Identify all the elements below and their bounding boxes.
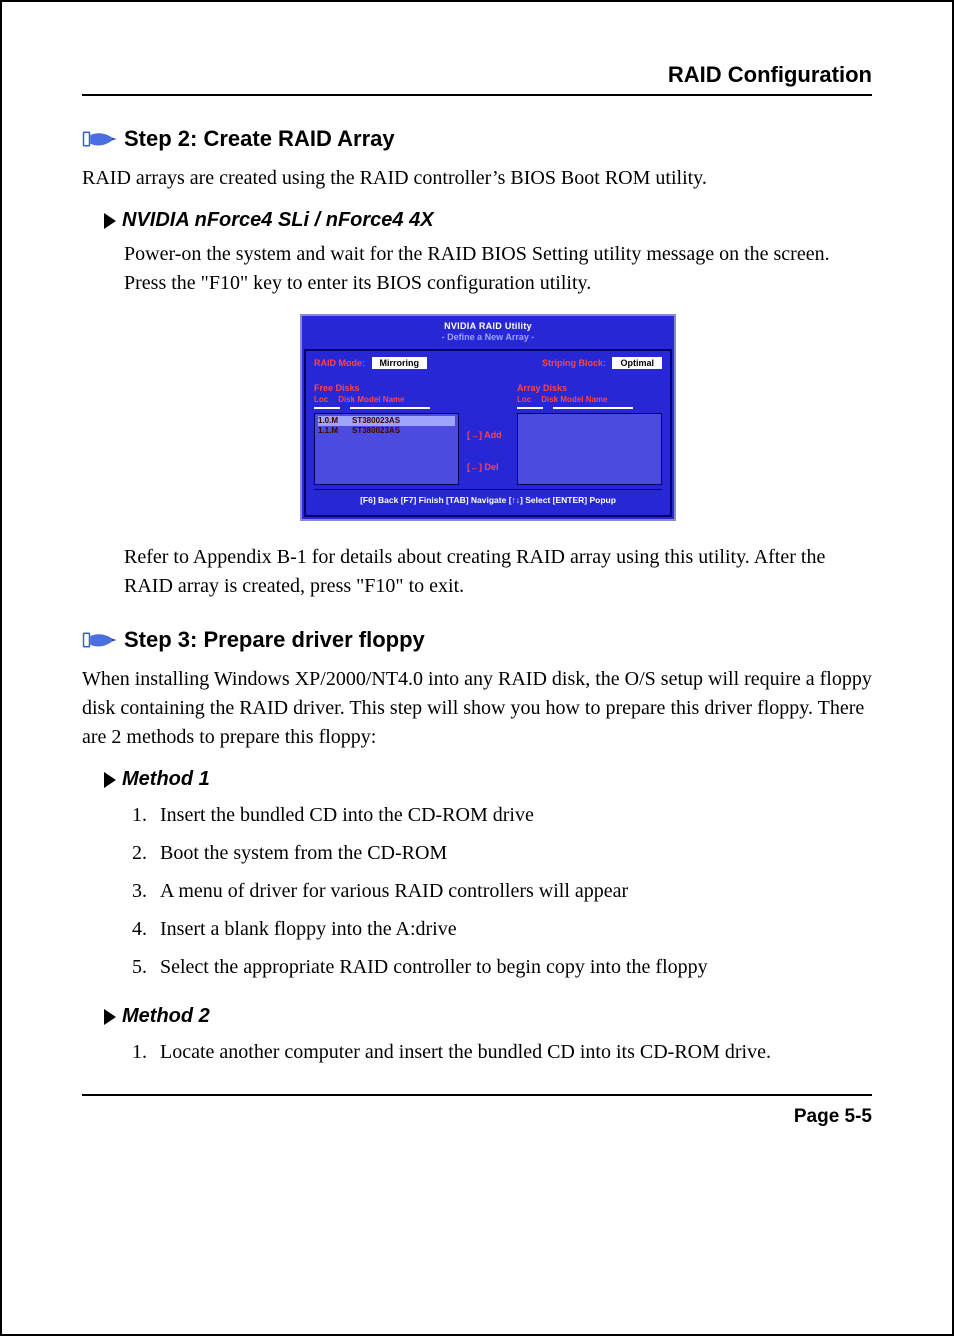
- header-rule: [82, 94, 872, 96]
- row-name: ST380023AS: [352, 416, 455, 426]
- page: RAID Configuration Step 2: Create RAID A…: [0, 0, 954, 1336]
- list-item: Locate another computer and insert the b…: [152, 1036, 872, 1068]
- step3-intro: When installing Windows XP/2000/NT4.0 in…: [82, 665, 872, 752]
- del-button-label: [←] Del: [467, 462, 499, 472]
- col-loc: Loc: [517, 395, 531, 404]
- method1-title: Method 1: [122, 768, 210, 791]
- free-disks-col: Free Disks Loc Disk Model Name: [314, 383, 459, 485]
- triangle-bullet-icon: [104, 213, 116, 229]
- col-model: Disk Model Name: [338, 395, 404, 404]
- row-loc: 1.0.M: [318, 416, 344, 426]
- raid-block-label: Striping Block:: [542, 358, 606, 368]
- underline-icon: [517, 407, 543, 409]
- list-item: Select the appropriate RAID controller t…: [152, 951, 872, 983]
- method2-block: Method 2 Locate another computer and ins…: [104, 1005, 872, 1068]
- step2-heading-line: Step 2: Create RAID Array: [82, 126, 872, 152]
- raid-columns: Free Disks Loc Disk Model Name: [314, 383, 662, 485]
- method2-head: Method 2: [104, 1005, 872, 1028]
- add-del-buttons: [→] Add [←] Del: [467, 383, 509, 485]
- raid-footer-keys: [F6] Back [F7] Finish [TAB] Navigate [↑↓…: [314, 489, 662, 511]
- method1-head: Method 1: [104, 768, 872, 791]
- step3-heading-line: Step 3: Prepare driver floppy: [82, 627, 872, 653]
- underline-icon: [314, 407, 340, 409]
- page-number: Page 5-5: [82, 1106, 872, 1128]
- method2-title: Method 2: [122, 1005, 210, 1028]
- raid-block-value: Optimal: [612, 357, 662, 369]
- row-loc: 1.1.M: [318, 426, 344, 436]
- raid-utility-panel: NVIDIA RAID Utility - Define a New Array…: [300, 314, 676, 521]
- step2-sub1-head: NVIDIA nForce4 SLi / nForce4 4X: [104, 209, 872, 232]
- raid-mode-label: RAID Mode:: [314, 358, 365, 368]
- step3-heading: Step 3: Prepare driver floppy: [124, 627, 425, 653]
- raid-mode: RAID Mode: Mirroring: [314, 357, 427, 369]
- add-button-label: [→] Add: [467, 430, 502, 440]
- raid-subtitle: - Define a New Array -: [302, 332, 674, 347]
- free-underlines: [314, 407, 459, 409]
- raid-mode-value: Mirroring: [372, 357, 428, 369]
- col-loc: Loc: [314, 395, 328, 404]
- free-disk-row: 1.0.M ST380023AS: [318, 416, 455, 426]
- free-disks-list: 1.0.M ST380023AS 1.1.M ST380023AS: [314, 413, 459, 485]
- array-underlines: [517, 407, 662, 409]
- pointing-hand-icon: [82, 629, 118, 651]
- array-disks-list: [517, 413, 662, 485]
- method1-block: Method 1 Insert the bundled CD into the …: [104, 768, 872, 983]
- underline-icon: [350, 407, 430, 409]
- content: RAID Configuration Step 2: Create RAID A…: [42, 42, 912, 1148]
- method2-list: Locate another computer and insert the b…: [104, 1036, 872, 1068]
- pointing-hand-icon: [82, 128, 118, 150]
- footer-rule: [82, 1094, 872, 1096]
- free-disk-row: 1.1.M ST380023AS: [318, 426, 455, 436]
- list-item: Boot the system from the CD-ROM: [152, 837, 872, 869]
- step2-sub1-p1: Power-on the system and wait for the RAI…: [124, 240, 872, 298]
- underline-icon: [553, 407, 633, 409]
- step2-heading: Step 2: Create RAID Array: [124, 126, 395, 152]
- list-item: A menu of driver for various RAID contro…: [152, 875, 872, 907]
- step2-after-img: Refer to Appendix B-1 for details about …: [124, 543, 872, 601]
- raid-top-row: RAID Mode: Mirroring Striping Block: Opt…: [314, 357, 662, 369]
- triangle-bullet-icon: [104, 1009, 116, 1025]
- step2-intro: RAID arrays are created using the RAID c…: [82, 164, 872, 193]
- raid-title: NVIDIA RAID Utility: [302, 316, 674, 332]
- col-model: Disk Model Name: [541, 395, 607, 404]
- free-disks-label: Free Disks: [314, 383, 459, 393]
- row-name: ST380023AS: [352, 426, 455, 436]
- raid-block: Striping Block: Optimal: [542, 357, 662, 369]
- raid-utility-figure: NVIDIA RAID Utility - Define a New Array…: [104, 314, 872, 521]
- array-disks-subhead: Loc Disk Model Name: [517, 395, 662, 404]
- list-item: Insert the bundled CD into the CD-ROM dr…: [152, 799, 872, 831]
- list-item: Insert a blank floppy into the A:drive: [152, 913, 872, 945]
- array-disks-label: Array Disks: [517, 383, 662, 393]
- header-title: RAID Configuration: [82, 62, 872, 88]
- triangle-bullet-icon: [104, 772, 116, 788]
- free-disks-subhead: Loc Disk Model Name: [314, 395, 459, 404]
- method1-list: Insert the bundled CD into the CD-ROM dr…: [104, 799, 872, 983]
- array-disks-col: Array Disks Loc Disk Model Name: [517, 383, 662, 485]
- step2-sub1: NVIDIA nForce4 SLi / nForce4 4X Power-on…: [104, 209, 872, 601]
- raid-body: RAID Mode: Mirroring Striping Block: Opt…: [304, 349, 672, 517]
- step2-sub1-title: NVIDIA nForce4 SLi / nForce4 4X: [122, 209, 434, 232]
